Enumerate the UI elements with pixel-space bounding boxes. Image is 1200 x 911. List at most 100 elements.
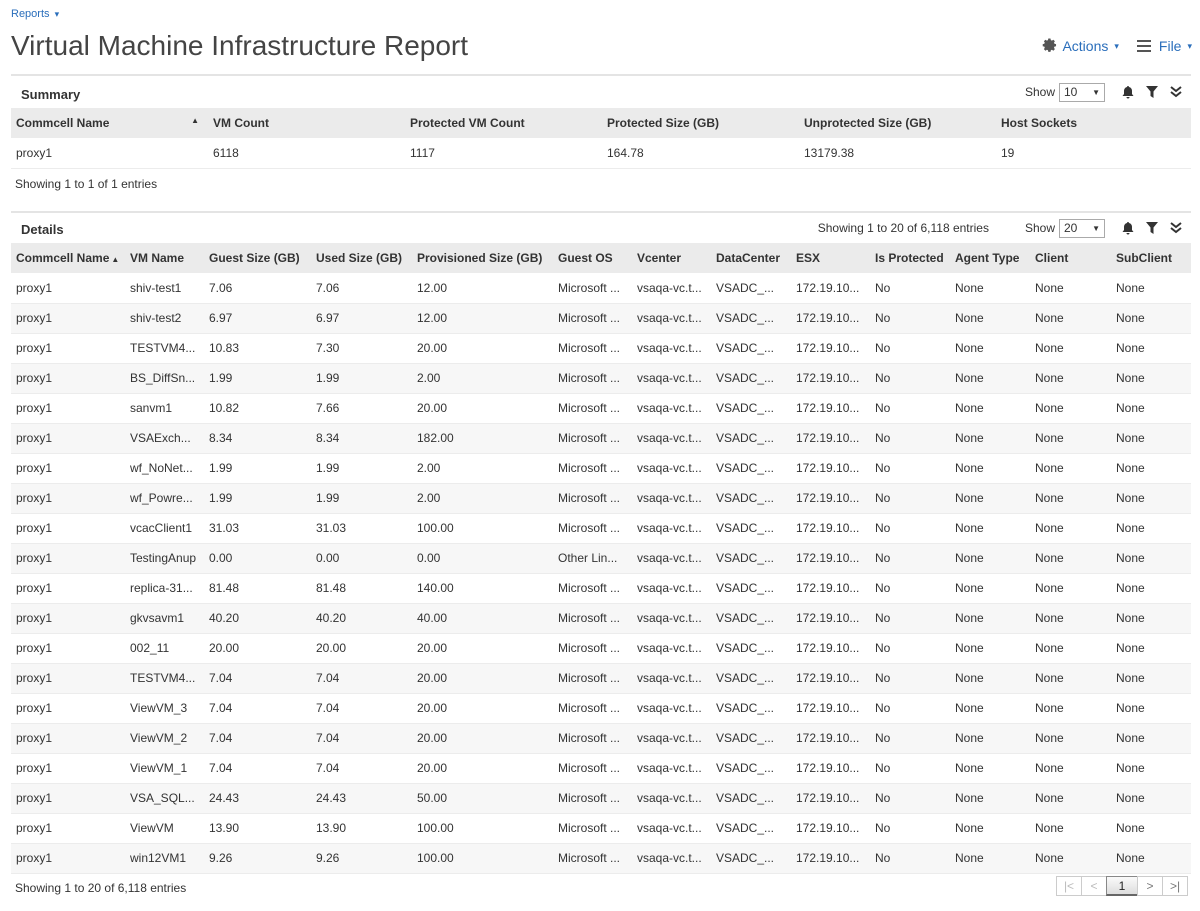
table-row[interactable]: proxy1 ViewVM_2 7.04 7.04 20.00 Microsoft ...… [11,723,1191,754]
column-header-subclient[interactable]: SubClient [1111,243,1191,273]
cell-used-size-gb: 1.99 [311,453,412,484]
table-row[interactable]: proxy1 ViewVM_1 7.04 7.04 20.00 Microsoft ...… [11,753,1191,784]
table-row[interactable]: proxy1 ViewVM_3 7.04 7.04 20.00 Microsoft ...… [11,693,1191,724]
table-row[interactable]: proxy1 6118 1117 164.78 13179.38 19 [11,138,1191,169]
column-header-unprotected-size-gb[interactable]: Unprotected Size (GB) [799,108,996,138]
cell-esx: 172.19.10... [791,603,870,634]
cell-provisioned-size-gb: 100.00 [412,843,553,874]
cell-guest-size-gb: 1.99 [204,363,311,394]
next-page-button[interactable]: > [1137,876,1163,896]
cell-subclient: None [1111,843,1191,874]
breadcrumb-reports[interactable]: Reports ▾ [11,8,59,20]
cell-datacenter: VSADC_... [711,603,791,634]
cell-vcenter: vsaqa-vc.t... [632,393,711,424]
table-row[interactable]: proxy1 TestingAnup 0.00 0.00 0.00 Other Lin..… [11,543,1191,574]
column-header-guest-size-gb[interactable]: Guest Size (GB) [204,243,311,273]
current-page-button[interactable]: 1 [1106,876,1138,896]
cell-commcell-name: proxy1 [11,393,125,424]
cell-vcenter: vsaqa-vc.t... [632,843,711,874]
table-row[interactable]: proxy1 ViewVM 13.90 13.90 100.00 Microsoft ..… [11,813,1191,844]
cell-guest-os: Microsoft ... [553,663,632,694]
cell-guest-os: Microsoft ... [553,303,632,334]
cell-commcell-name: proxy1 [11,273,125,304]
cell-datacenter: VSADC_... [711,333,791,364]
table-row[interactable]: proxy1 shiv-test1 7.06 7.06 12.00 Microsoft .… [11,273,1191,304]
column-header-vm-name[interactable]: VM Name [125,243,204,273]
file-menu-button[interactable]: File ▾ [1136,38,1192,54]
details-showing-count: Showing 1 to 20 of 6,118 entries [817,221,989,235]
cell-used-size-gb: 1.99 [311,483,412,514]
cell-provisioned-size-gb: 12.00 [412,303,553,334]
cell-provisioned-size-gb: 20.00 [412,333,553,364]
last-page-button[interactable]: >| [1162,876,1188,896]
cell-commcell-name: proxy1 [11,423,125,454]
column-header-esx[interactable]: ESX [791,243,870,273]
column-header-label: Commcell Name [16,116,110,130]
cell-guest-size-gb: 20.00 [204,633,311,664]
cell-commcell-name: proxy1 [11,603,125,634]
cell-used-size-gb: 9.26 [311,843,412,874]
column-header-protected-size-gb[interactable]: Protected Size (GB) [602,108,799,138]
table-row[interactable]: proxy1 TESTVM4... 7.04 7.04 20.00 Microsoft .… [11,663,1191,694]
column-header-agent-type[interactable]: Agent Type [950,243,1030,273]
column-header-label: DataCenter [716,251,781,265]
column-header-vcenter[interactable]: Vcenter [632,243,711,273]
column-header-vm-count[interactable]: VM Count [208,108,405,138]
show-value: 20 [1064,221,1078,235]
table-row[interactable]: proxy1 wf_Powre... 1.99 1.99 2.00 Microsoft .… [11,483,1191,514]
column-header-provisioned-size-gb[interactable]: Provisioned Size (GB) [412,243,553,273]
cell-commcell-name: proxy1 [11,363,125,394]
cell-vm-name: VSA_SQL... [125,783,204,814]
table-row[interactable]: proxy1 BS_DiffSn... 1.99 1.99 2.00 Microsoft … [11,363,1191,394]
cell-commcell-name: proxy1 [11,693,125,724]
bell-icon[interactable] [1121,221,1135,235]
filter-icon[interactable] [1145,221,1159,235]
cell-datacenter: VSADC_... [711,453,791,484]
table-row[interactable]: proxy1 shiv-test2 6.97 6.97 12.00 Microsoft .… [11,303,1191,334]
summary-show-select[interactable]: 10 ▼ [1059,82,1105,102]
cell-subclient: None [1111,573,1191,604]
table-row[interactable]: proxy1 002_11 20.00 20.00 20.00 Microsoft ...… [11,633,1191,664]
filter-icon[interactable] [1145,85,1159,99]
cell-is-protected: No [870,663,950,694]
cell-guest-size-gb: 8.34 [204,423,311,454]
table-row[interactable]: proxy1 win12VM1 9.26 9.26 100.00 Microsoft ..… [11,843,1191,874]
prev-page-button[interactable]: < [1081,876,1107,896]
actions-menu-button[interactable]: Actions ▾ [1042,38,1119,54]
first-page-button[interactable]: |< [1056,876,1082,896]
column-header-datacenter[interactable]: DataCenter [711,243,791,273]
column-header-host-sockets[interactable]: Host Sockets [996,108,1191,138]
double-chevron-down-icon[interactable] [1169,221,1183,235]
column-header-protected-vm-count[interactable]: Protected VM Count [405,108,602,138]
details-section: Details Showing 1 to 20 of 6,118 entries… [11,211,1191,903]
details-show-select[interactable]: 20 ▼ [1059,218,1105,238]
table-row[interactable]: proxy1 vcacClient1 31.03 31.03 100.00 Microso… [11,513,1191,544]
cell-agent-type: None [950,423,1030,454]
cell-datacenter: VSADC_... [711,273,791,304]
table-row[interactable]: proxy1 VSAExch... 8.34 8.34 182.00 Microsoft … [11,423,1191,454]
double-chevron-down-icon[interactable] [1169,85,1183,99]
cell-vcenter: vsaqa-vc.t... [632,453,711,484]
table-row[interactable]: proxy1 sanvm1 10.82 7.66 20.00 Microsoft ... v… [11,393,1191,424]
cell-esx: 172.19.10... [791,573,870,604]
column-header-used-size-gb[interactable]: Used Size (GB) [311,243,412,273]
column-header-guest-os[interactable]: Guest OS [553,243,632,273]
bell-icon[interactable] [1121,85,1135,99]
table-row[interactable]: proxy1 wf_NoNet... 1.99 1.99 2.00 Microsoft .… [11,453,1191,484]
column-header-commcell-name[interactable]: Commcell Name ▲ [11,243,125,273]
table-row[interactable]: proxy1 gkvsavm1 40.20 40.20 40.00 Microsoft .… [11,603,1191,634]
cell-used-size-gb: 81.48 [311,573,412,604]
column-header-is-protected[interactable]: Is Protected [870,243,950,273]
cell-subclient: None [1111,723,1191,754]
details-footer: Showing 1 to 20 of 6,118 entries [15,880,187,895]
column-header-client[interactable]: Client [1030,243,1111,273]
table-row[interactable]: proxy1 VSA_SQL... 24.43 24.43 50.00 Microsoft… [11,783,1191,814]
cell-vm-name: shiv-test1 [125,273,204,304]
page-title: Virtual Machine Infrastructure Report [11,30,469,61]
table-row[interactable]: proxy1 TESTVM4... 10.83 7.30 20.00 Microsoft … [11,333,1191,364]
column-header-label: Guest OS [558,251,613,265]
table-row[interactable]: proxy1 replica-31... 81.48 81.48 140.00 Micro… [11,573,1191,604]
cell-is-protected: No [870,393,950,424]
cell-vcenter: vsaqa-vc.t... [632,273,711,304]
column-header-commcell-name[interactable]: Commcell Name ▲ [11,108,208,138]
